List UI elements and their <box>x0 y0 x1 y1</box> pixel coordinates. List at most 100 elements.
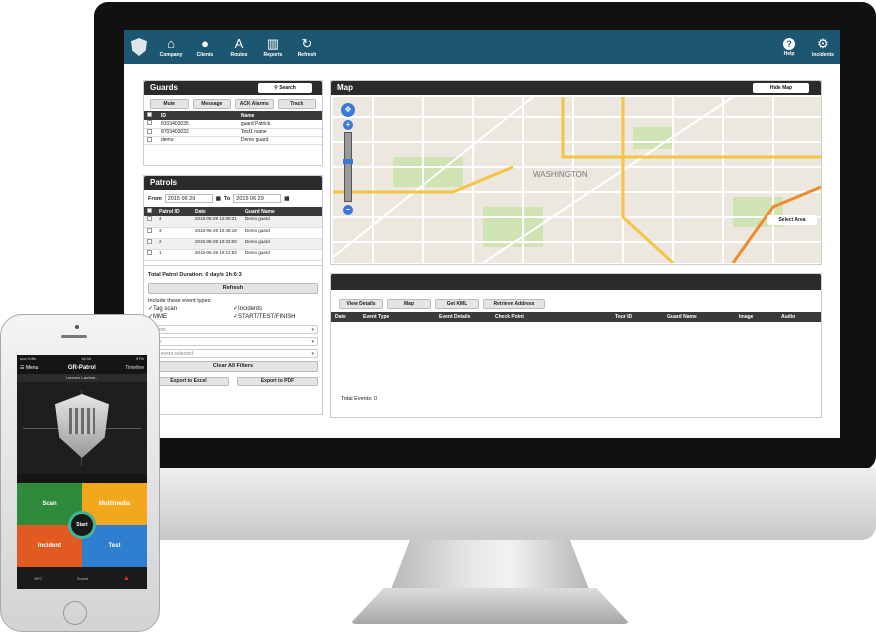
pan-control-icon[interactable]: ✥ <box>341 103 355 117</box>
search-button[interactable]: ⚲ Search <box>258 83 312 93</box>
row-checkbox[interactable] <box>147 227 152 233</box>
incidents-button[interactable]: ⚙ Incidents <box>806 30 840 64</box>
retrieve-address-button[interactable]: Retrieve Address <box>483 299 545 309</box>
table-row[interactable]: 4 2015-06-29 12:09:21 Demo guard <box>144 216 322 228</box>
phone-screen: ooo Vdfn 16:34 97% ☰ Menu GR-Patrol Time… <box>17 355 147 589</box>
patrol-guard: Demo guard <box>242 216 322 228</box>
row-checkbox[interactable] <box>147 238 152 244</box>
refresh-button[interactable]: ↻ Refresh <box>290 30 324 64</box>
route-icon: A <box>234 35 244 51</box>
track-button[interactable]: Track <box>277 99 316 109</box>
timeline-button[interactable]: Timeline <box>125 365 144 371</box>
home-icon: ⌂ <box>167 35 175 51</box>
select-all-checkbox[interactable] <box>147 208 152 213</box>
monitor-chin <box>94 468 876 540</box>
company-label: Company <box>159 51 183 58</box>
view-details-button[interactable]: View Details <box>339 299 383 309</box>
street-map: WASHINGTON <box>333 97 821 263</box>
qr-code-icon <box>69 408 95 434</box>
help-icon: ? <box>783 37 795 50</box>
export-excel-button[interactable]: Export to Excel <box>148 376 229 386</box>
row-checkbox[interactable] <box>147 249 152 255</box>
zoom-in-button[interactable]: + <box>343 120 353 130</box>
to-label: To <box>223 195 231 202</box>
incidents-filter-label: Incidents <box>238 305 263 312</box>
guards-actions: Mute Message ACK Alarms Track <box>144 95 322 111</box>
battery: 97% <box>135 356 144 361</box>
row-checkbox[interactable] <box>147 216 152 221</box>
table-row[interactable]: 8103403035 guard Patrick <box>144 120 322 129</box>
event-select[interactable]: No event selected ▾ <box>148 348 318 358</box>
site-select[interactable]: Site▾ <box>148 336 318 346</box>
table-row[interactable]: 3 2015-06-29 10:45:18 Demo guard <box>144 227 322 239</box>
row-checkbox[interactable] <box>147 120 152 126</box>
nfc-button[interactable]: NFC <box>34 576 42 581</box>
company-button[interactable]: ⌂ Company <box>154 30 188 64</box>
start-test-finish-label: START/TEST/FINISH <box>238 313 296 320</box>
row-checkbox[interactable] <box>147 128 152 134</box>
message-button[interactable]: Message <box>192 99 231 109</box>
guard-id: 8103403035 <box>158 120 238 129</box>
export-pdf-button[interactable]: Export to PDF <box>237 376 318 386</box>
mute-button[interactable]: Mute <box>150 99 189 109</box>
calendar-icon[interactable]: ▦ <box>284 196 289 202</box>
patrols-table: Patrol ID Date Guard Name 4 2015-06-29 1… <box>144 207 322 261</box>
phone-device: ooo Vdfn 16:34 97% ☰ Menu GR-Patrol Time… <box>0 314 160 632</box>
to-date-input[interactable]: 2015 06 29 <box>233 194 282 203</box>
mme-checkbox[interactable]: MME <box>148 313 233 320</box>
ack-alarms-button[interactable]: ACK Alarms <box>235 99 274 109</box>
events-table: Date Event Type Event Details Check Poin… <box>331 312 821 322</box>
refresh-patrols-button[interactable]: Refresh <box>148 282 318 294</box>
guards-table: ID Name 8103403035 guard Patrick 8703403… <box>144 111 322 145</box>
from-date-input[interactable]: 2015 06 29 <box>164 194 213 203</box>
sound-button[interactable]: Sound <box>77 576 89 581</box>
client-select[interactable]: Client ▾ <box>148 324 318 334</box>
guards-panel: Guards ⚲ Search Mute Message ACK Alarms … <box>143 80 323 166</box>
col-event-details: Event Details <box>435 312 491 322</box>
map-header: Map Hide Map <box>331 81 821 95</box>
start-test-finish-checkbox[interactable]: START/TEST/FINISH <box>233 313 318 320</box>
start-button[interactable]: Start <box>68 511 96 539</box>
chevron-down-icon: ▾ <box>311 326 314 333</box>
patrol-guard: Demo guard <box>242 227 322 239</box>
hide-map-button[interactable]: Hide Map <box>753 83 809 93</box>
clear-filters-button[interactable]: Clear All Filters <box>148 360 318 372</box>
export-actions: Export to Excel Export to PDF <box>144 374 322 389</box>
tag-scan-checkbox[interactable]: Tag scan <box>148 305 233 312</box>
desktop-screen: ⌂ Company ● Clients A Routes ▥ Reports ↻… <box>124 30 840 438</box>
row-checkbox[interactable] <box>147 136 152 142</box>
phone-hero <box>17 382 147 474</box>
refresh-icon: ↻ <box>301 35 313 51</box>
person-icon: ● <box>201 35 209 51</box>
zoom-slider-thumb[interactable] <box>343 159 353 164</box>
carrier: ooo Vdfn <box>20 356 37 361</box>
map-button[interactable]: Map <box>387 299 431 309</box>
calendar-icon[interactable]: ▦ <box>216 196 221 202</box>
table-row[interactable]: demo Demo guard <box>144 136 322 145</box>
zoom-out-button[interactable]: − <box>343 205 353 215</box>
date-range: From 2015 06 29 ▦ To 2015 06 29 ▦ <box>144 190 322 207</box>
routes-button[interactable]: A Routes <box>222 30 256 64</box>
phone-bottom-bar: NFC Sound ▲ <box>17 567 147 589</box>
help-button[interactable]: ? Help <box>772 30 806 64</box>
zoom-slider[interactable] <box>343 132 353 202</box>
map-title: Map <box>337 83 353 92</box>
map-view[interactable]: WASHINGTON ✥ + − Select Area <box>333 97 821 263</box>
alarm-icon[interactable]: ▲ <box>123 575 130 582</box>
home-button <box>63 601 87 625</box>
guard-name: guard Patrick <box>237 120 322 129</box>
clients-button[interactable]: ● Clients <box>188 30 222 64</box>
reports-button[interactable]: ▥ Reports <box>256 30 290 64</box>
get-kml-button[interactable]: Get KML <box>435 299 479 309</box>
menu-button[interactable]: ☰ Menu <box>20 365 38 371</box>
patrols-header: Patrols <box>144 176 322 190</box>
refresh-label: Refresh <box>297 51 317 58</box>
select-area-button[interactable]: Select Area <box>767 215 817 225</box>
select-all-checkbox[interactable] <box>147 112 152 117</box>
phone-app-bar: ☰ Menu GR-Patrol Timeline <box>17 362 147 374</box>
patrols-panel: Patrols From 2015 06 29 ▦ To 2015 06 29 … <box>143 175 323 415</box>
table-row[interactable]: 1 2015-06-29 10:12:53 Demo guard <box>144 249 322 261</box>
incidents-checkbox[interactable]: Incidents <box>233 305 318 312</box>
table-row[interactable]: 2 2015-06-29 10:33:00 Demo guard <box>144 238 322 250</box>
table-row[interactable]: 8703403032 Test1 name <box>144 128 322 137</box>
